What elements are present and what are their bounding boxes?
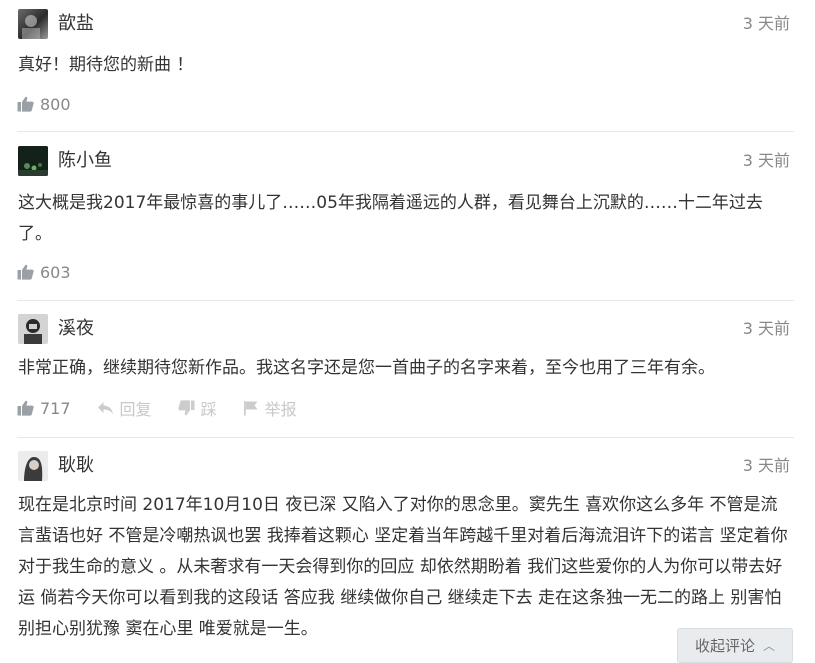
comment-text: 真好！期待您的新曲 ！ (18, 55, 194, 75)
like-button[interactable]: 800 (17, 95, 71, 114)
thumbs-down-icon (177, 400, 195, 416)
thumbs-up-icon (17, 400, 34, 416)
like-button[interactable]: 603 (17, 263, 71, 282)
like-count: 603 (40, 262, 71, 282)
reply-button[interactable]: 回复 (97, 396, 152, 420)
report-button[interactable]: 举报 (243, 396, 297, 420)
comment-divider (17, 300, 794, 301)
username[interactable]: 陈小鱼 (58, 149, 112, 173)
comment-divider (17, 131, 794, 132)
avatar[interactable] (18, 314, 48, 344)
timestamp: 3 天前 (742, 151, 790, 170)
avatar[interactable] (18, 146, 48, 176)
comment-divider (17, 437, 794, 438)
report-label: 举报 (264, 400, 297, 419)
timestamp: 3 天前 (742, 319, 790, 338)
comment-text: 现在是北京时间 2017年10月10日 夜已深 又陷入了对你的思念里。窦先生 喜… (18, 495, 788, 639)
like-count: 717 (40, 398, 71, 418)
like-count: 800 (40, 94, 71, 114)
reply-arrow-icon (97, 402, 113, 414)
comment-text: 非常正确，继续期待您新作品。我这名字还是您一首曲子的名字来着，至今也用了三年有余… (18, 358, 715, 378)
like-button[interactable]: 717 (17, 399, 71, 418)
collapse-comments-label: 收起评论 (694, 637, 755, 655)
comment-text: 这大概是我2017年最惊喜的事儿了……05年我隔着遥远的人群，看见舞台上沉默的…… (18, 193, 763, 244)
collapse-comments-button[interactable]: 收起评论 ︿ (677, 628, 793, 663)
avatar[interactable] (18, 451, 48, 481)
username[interactable]: 溪夜 (58, 317, 94, 341)
comment-actions: 717 回复 踩 举报 (17, 397, 323, 419)
chevron-up-icon: ︿ (763, 639, 776, 653)
thumbs-up-icon (17, 96, 34, 112)
reply-label: 回复 (119, 400, 152, 419)
comment-actions: 800 (17, 93, 97, 115)
username[interactable]: 歆盐 (58, 12, 94, 36)
timestamp: 3 天前 (742, 14, 790, 33)
flag-icon (243, 401, 258, 416)
timestamp: 3 天前 (742, 456, 790, 475)
username[interactable]: 耿耿 (58, 454, 94, 478)
comment-actions: 603 (17, 261, 97, 283)
avatar[interactable] (18, 9, 48, 39)
dislike-button[interactable]: 踩 (177, 396, 217, 420)
dislike-label: 踩 (200, 400, 217, 419)
thumbs-up-icon (17, 264, 34, 280)
